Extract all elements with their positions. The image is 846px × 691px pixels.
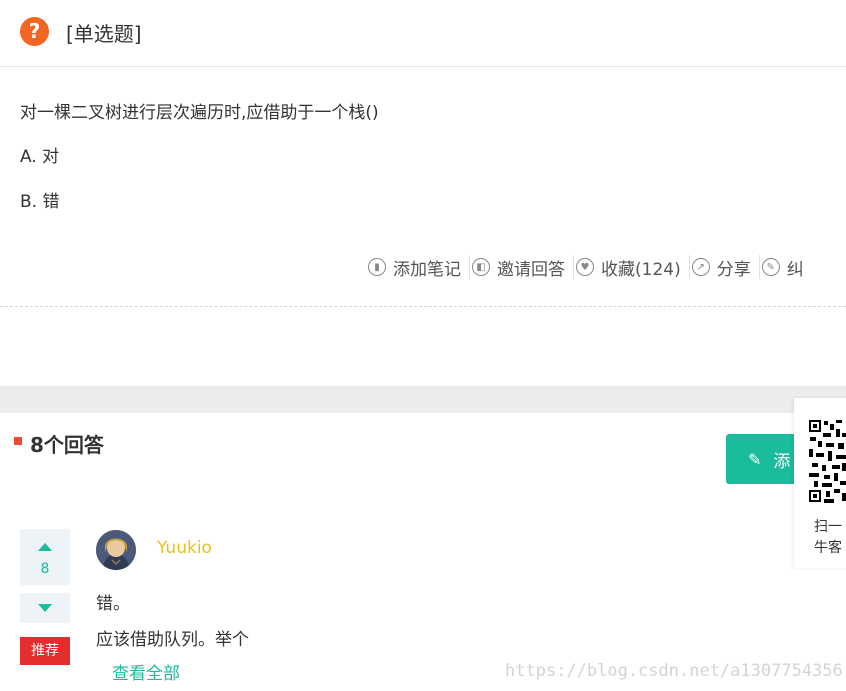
arrow-down-icon bbox=[38, 604, 52, 612]
question-type-label: [单选题] bbox=[66, 22, 142, 46]
section-separator bbox=[0, 386, 846, 413]
section-marker bbox=[14, 437, 22, 445]
share-label: 分享 bbox=[716, 259, 751, 280]
answer-username[interactable]: Yuukio bbox=[157, 538, 212, 558]
avatar-image bbox=[96, 530, 136, 570]
question-actions: ▮ 添加笔记 ◧ 邀请回答 ♥ 收藏(124) ↗ 分享 ✎ 纠 bbox=[366, 254, 812, 280]
vote-count: 8 bbox=[40, 561, 50, 577]
answer-text-line: 应该借助队列。举个 bbox=[96, 630, 249, 650]
qr-caption-line2: 牛客 bbox=[814, 540, 842, 556]
book-icon: ▮ bbox=[368, 258, 386, 276]
qr-side-panel: 扫一 牛客 bbox=[794, 398, 846, 568]
recommended-badge: 推荐 bbox=[20, 637, 70, 665]
invite-answer-button[interactable]: ◧ 邀请回答 bbox=[470, 255, 574, 280]
pencil-icon: ✎ bbox=[761, 258, 780, 276]
arrow-up-icon bbox=[38, 543, 52, 551]
favorite-button[interactable]: ♥ 收藏(124) bbox=[574, 255, 690, 280]
share-button[interactable]: ↗ 分享 bbox=[690, 255, 760, 280]
correct-label: 纠 bbox=[786, 259, 804, 280]
invite-answer-label: 邀请回答 bbox=[497, 259, 565, 280]
question-text: 对一棵二叉树进行层次遍历时,应借助于一个栈() bbox=[20, 103, 379, 123]
avatar[interactable] bbox=[96, 530, 136, 570]
pencil-icon: ✎ bbox=[748, 449, 762, 469]
downvote-button[interactable] bbox=[20, 593, 70, 623]
add-note-label: 添加笔记 bbox=[393, 259, 461, 280]
option-a[interactable]: A. 对 bbox=[20, 142, 59, 167]
dashed-divider bbox=[0, 306, 846, 307]
qr-code-icon bbox=[808, 419, 846, 505]
option-b[interactable]: B. 错 bbox=[20, 187, 59, 212]
heart-icon: ♥ bbox=[576, 258, 594, 276]
view-all-link[interactable]: 查看全部 bbox=[112, 659, 180, 684]
watermark: https://blog.csdn.net/a1307754356 bbox=[505, 661, 843, 681]
upvote-button[interactable]: 8 bbox=[20, 529, 70, 585]
qr-caption-line1: 扫一 bbox=[814, 519, 842, 535]
answer-text-line: 错。 bbox=[96, 594, 130, 614]
answers-count: 8个回答 bbox=[30, 433, 104, 457]
correct-button[interactable]: ✎ 纠 bbox=[760, 255, 812, 280]
favorite-label: 收藏(124) bbox=[601, 259, 681, 280]
invite-icon: ◧ bbox=[472, 258, 490, 276]
share-icon: ↗ bbox=[691, 258, 710, 276]
add-note-button[interactable]: ▮ 添加笔记 bbox=[366, 255, 470, 280]
add-answer-label: 添 bbox=[773, 451, 791, 472]
page: ? [单选题] 对一棵二叉树进行层次遍历时,应借助于一个栈() A. 对 B. … bbox=[0, 0, 846, 691]
question-mark-icon: ? bbox=[20, 17, 49, 46]
question-header: ? [单选题] bbox=[0, 0, 846, 67]
